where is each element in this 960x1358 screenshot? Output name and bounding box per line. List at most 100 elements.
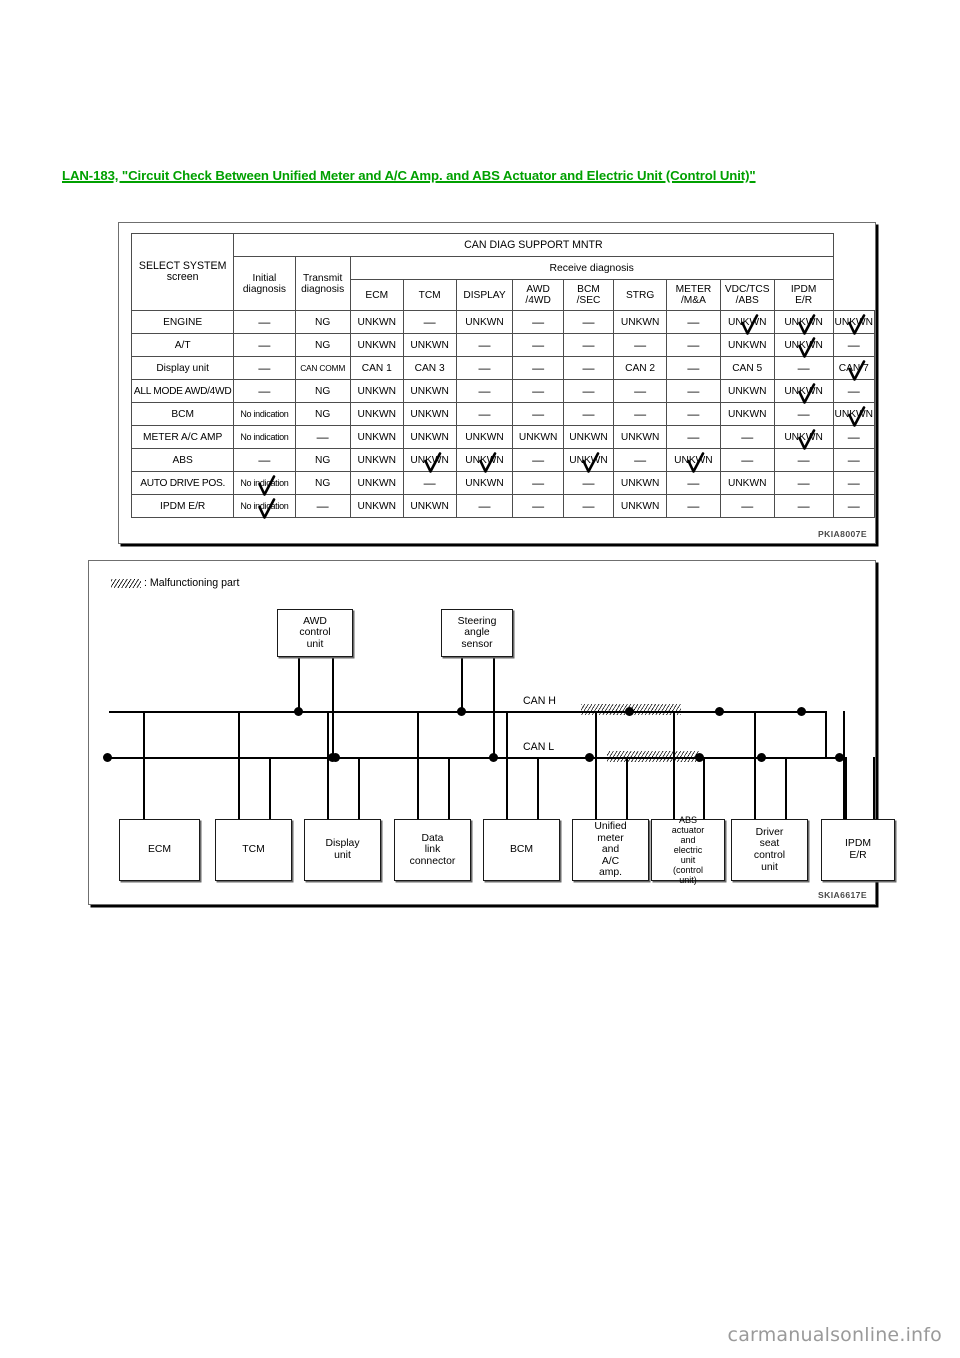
cell-receive-0: UNKWN — [349, 333, 404, 357]
row-system-name: BCM — [130, 402, 235, 426]
cell-receive-1: UNKWN — [402, 494, 457, 518]
cell-initial-diagnosis: — — [233, 310, 296, 334]
diagram-node-ecm: ECM — [119, 819, 200, 881]
cell-receive-2: — — [455, 494, 514, 518]
handwritten-check-icon — [257, 498, 277, 520]
node-label: AWD control unit — [299, 615, 331, 650]
cell-receive-1: — — [402, 471, 457, 495]
cell-receive-0: UNKWN — [349, 425, 404, 449]
cell-receive-5: — — [613, 402, 668, 426]
node-label: IPDM E/R — [845, 838, 871, 861]
node-label: Driver seat control unit — [753, 826, 786, 873]
cell-receive-2: — — [455, 402, 514, 426]
diagram-node-ipdm-e-r: IPDM E/R — [821, 819, 895, 881]
cell-receive-7: UNKWN — [719, 471, 775, 495]
header-receive-vdc-tcs-abs: VDC/TCS/ABS — [719, 279, 775, 311]
node-riser-l — [537, 757, 539, 819]
node-label: TCM — [242, 844, 265, 856]
cell-receive-6: — — [666, 425, 721, 449]
row-system-name: Display unit — [130, 356, 235, 380]
cell-initial-diagnosis: No indication — [233, 425, 296, 449]
cell-receive-6: UNKWN — [666, 448, 721, 473]
cell-receive-9: — — [832, 333, 876, 357]
row-system-name: AUTO DRIVE POS. — [130, 471, 235, 495]
junction-dot — [457, 707, 467, 717]
cell-transmit-diagnosis: NG — [294, 471, 351, 495]
cell-transmit-diagnosis: NG — [294, 310, 351, 334]
top-node-leg-h-1 — [461, 657, 463, 711]
cell-receive-4: — — [562, 333, 615, 357]
cell-initial-diagnosis: — — [233, 379, 296, 403]
cell-initial-diagnosis: No indication — [233, 402, 296, 426]
figure-code-table: PKIA8007E — [818, 529, 867, 539]
cell-receive-6: — — [666, 402, 721, 426]
cell-receive-4: UNKWN — [562, 425, 615, 449]
cell-receive-1: UNKWN — [402, 402, 457, 426]
node-riser-h — [238, 711, 240, 819]
node-riser-h — [417, 711, 419, 819]
cell-receive-3: — — [512, 333, 564, 357]
table-row: IPDM E/R No indication — UNKWN UNKWN — — — UNKWN… — [130, 494, 876, 520]
cell-receive-9: — — [832, 471, 876, 495]
cell-receive-3: — — [512, 448, 564, 472]
can-network-diagram-figure: : Malfunctioning part CAN H CAN L AWD contr… — [88, 560, 895, 905]
cell-receive-4: — — [562, 471, 615, 495]
node-label: ABS actuator and electric unit (control unit) — [671, 815, 705, 885]
cell-receive-4: UNKWN — [562, 448, 615, 473]
cell-receive-2: UNKWN — [455, 425, 514, 449]
cell-receive-6: — — [666, 471, 721, 495]
diagram-node-top-0: AWD control unit — [277, 609, 353, 657]
cell-transmit-diagnosis: NG — [294, 448, 351, 472]
junction-dot — [715, 707, 724, 716]
diagram-node-unified-meter-and-a-c-amp: Unified meter and A/C amp. — [572, 819, 649, 881]
cell-receive-5: — — [613, 379, 668, 403]
node-label: ECM — [147, 844, 172, 856]
node-riser-l — [626, 757, 628, 819]
cell-receive-3: — — [512, 471, 564, 495]
junction-dot — [625, 707, 634, 716]
junction-dot — [294, 707, 304, 717]
cell-receive-1: UNKWN — [402, 333, 457, 357]
cell-receive-6: — — [666, 356, 721, 380]
node-riser-l — [143, 757, 145, 819]
cell-receive-7: UNKWN — [719, 379, 775, 403]
cell-receive-8: UNKWN — [773, 425, 834, 450]
node-riser-l — [703, 757, 705, 819]
cell-receive-3: — — [512, 356, 564, 380]
can-diag-support-table: SELECT SYSTEM screen CAN DIAG SUPPORT MNT… — [130, 233, 876, 520]
cell-receive-8: UNKWN — [773, 310, 834, 335]
junction-dot — [695, 753, 704, 762]
cell-initial-diagnosis: — — [233, 356, 296, 380]
header-initial-diagnosis: Initial diagnosis — [233, 256, 296, 311]
cell-receive-0: UNKWN — [349, 310, 404, 334]
cell-initial-diagnosis: — — [233, 448, 296, 472]
junction-dot — [489, 753, 499, 763]
cell-receive-7: — — [719, 448, 775, 472]
cell-receive-1: UNKWN — [402, 425, 457, 449]
diagram-node-data-link-connector: Data link connector — [394, 819, 471, 881]
node-riser-l — [785, 757, 787, 819]
node-riser-h — [327, 711, 329, 819]
cell-initial-diagnosis: No indication — [233, 471, 296, 496]
cell-transmit-diagnosis: — — [294, 494, 351, 518]
junction-dot — [757, 753, 766, 762]
table-row: BCM No indication NG UNKWN UNKWN — — — — — UNKWN — U… — [130, 402, 876, 427]
cell-initial-diagnosis: No indication — [233, 494, 296, 520]
table-row: ENGINE — NG UNKWN — UNKWN — — UNKWN — UNKWN UNKWN UN… — [130, 310, 876, 335]
cell-transmit-diagnosis: NG — [294, 379, 351, 403]
cell-receive-2: UNKWN — [455, 448, 514, 473]
table-row: Display unit — CAN COMM CAN 1 CAN 3— — — CAN 2—… — [130, 356, 876, 381]
cell-receive-3: — — [512, 494, 564, 518]
diagram-node-tcm: TCM — [215, 819, 292, 881]
header-receive-strg: STRG — [613, 279, 668, 311]
cell-receive-9: UNKWN — [832, 402, 876, 427]
reference-link-text: LAN-183, "Circuit Check Between Unified … — [62, 168, 756, 183]
reference-link[interactable]: LAN-183, "Circuit Check Between Unified … — [62, 166, 892, 185]
diagram-node-display-unit: Display unit — [304, 819, 381, 881]
node-label: BCM — [509, 844, 534, 856]
node-riser-h — [506, 711, 508, 819]
cell-receive-4: — — [562, 356, 615, 380]
junction-dot — [797, 707, 806, 716]
node-riser-h — [843, 711, 845, 819]
cell-receive-0: UNKWN — [349, 379, 404, 403]
